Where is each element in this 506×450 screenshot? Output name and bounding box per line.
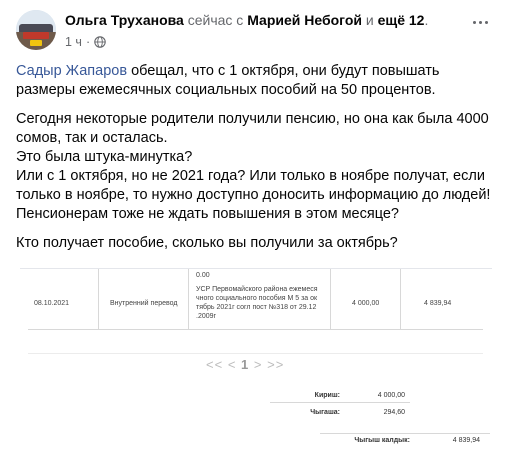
author-line: Ольга Труханова сейчас с Марией Небогой … <box>65 10 495 30</box>
row-date: 08.10.2021 <box>34 300 70 307</box>
pager-prev[interactable]: < <box>228 357 237 372</box>
pagination: << < 1 > >> <box>206 357 284 372</box>
globe-icon[interactable] <box>94 36 106 48</box>
expense-label: Чыгаша: <box>310 409 340 416</box>
post-time-line: 1 ч · <box>65 33 495 51</box>
mention-link[interactable]: Садыр Жапаров <box>16 63 127 79</box>
with-prefix: сейчас с <box>187 12 244 28</box>
closing-value: 4 839,94 <box>452 437 480 444</box>
period: . <box>424 12 429 28</box>
expense-value: 294,60 <box>383 409 405 416</box>
more-horizontal-icon[interactable] <box>468 10 492 34</box>
post-card: Ольга Труханова сейчас с Марией Небогой … <box>0 0 506 450</box>
tagged-more-link[interactable]: ещё 12 <box>378 12 425 28</box>
income-label: Кириш: <box>314 392 340 399</box>
row-balance: 4 839,94 <box>424 300 452 307</box>
row-description: УСР Первомайского района ежемеся чного с… <box>196 286 318 320</box>
p2-line-1: Сегодня некоторые родители получили пенс… <box>16 111 489 146</box>
row-amount: 4 000,00 <box>352 300 380 307</box>
post-time[interactable]: 1 ч <box>65 33 82 51</box>
post-paragraph-3: Кто получает пособие, сколько вы получил… <box>16 235 398 251</box>
income-value: 4 000,00 <box>377 392 405 399</box>
post-text: Садыр Жапаров обещал, что с 1 октября, о… <box>16 62 492 263</box>
post-meta: Ольга Труханова сейчас с Марией Небогой … <box>65 10 495 51</box>
tagged-person[interactable]: Марией Небогой <box>247 12 362 28</box>
row-type: Внутренний перевод <box>110 300 178 307</box>
and-word: и <box>365 12 374 28</box>
pager-current[interactable]: 1 <box>241 357 249 372</box>
closing-label: Чыгыш калдык: <box>354 437 410 444</box>
pager-next[interactable]: > <box>254 357 263 372</box>
author-avatar[interactable] <box>16 10 56 50</box>
time-separator: · <box>85 35 91 49</box>
post-paragraph-2: Сегодня некоторые родители получили пенс… <box>16 110 492 224</box>
table-row: 08.10.2021 Внутренний перевод УСР Первом… <box>20 269 492 329</box>
pager-first[interactable]: << <box>206 357 223 372</box>
author-name[interactable]: Ольга Труханова <box>65 12 184 28</box>
post-header: Ольга Труханова сейчас с Марией Небогой … <box>16 10 496 54</box>
p2-line-2: Это была штука-минутка? <box>16 149 193 165</box>
p2-line-3: Или с 1 октября, но не 2021 года? Или то… <box>16 168 491 222</box>
post-paragraph-1: Садыр Жапаров обещал, что с 1 октября, о… <box>16 63 440 98</box>
pager-last[interactable]: >> <box>267 357 284 372</box>
statement-screenshot[interactable]: 0.00 08.10.2021 Внутренний перевод УСР П… <box>20 268 492 450</box>
